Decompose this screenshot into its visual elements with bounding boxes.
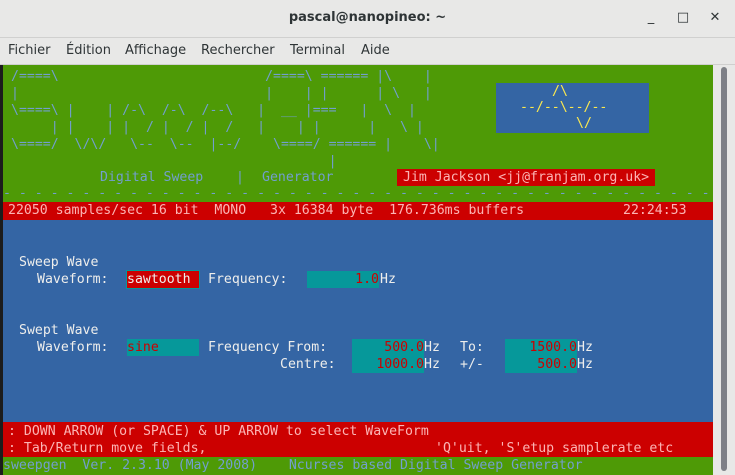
status-clock: 22:24:53 [623,203,687,218]
logo-line: \====\ | | /-\ /-\ /--\ | __ |=== | \ | [11,103,416,118]
sweep-waveform-label: Waveform: [37,272,109,287]
swept-waveform-field[interactable]: sine [127,339,199,356]
swept-plusminus-field[interactable]: 500.0 [505,356,577,373]
menu-bar: Fichier Édition Affichage Rechercher Ter… [0,38,735,65]
menu-affichage[interactable]: Affichage [125,43,186,58]
swept-plusminus-unit: Hz [577,357,593,372]
logo-line: | | | | / | / | / | | | | \ | [11,120,424,135]
banner-separator: - - - - - - - - - - - - - - - - - - - - … [3,186,735,201]
menu-terminal[interactable]: Terminal [290,43,345,58]
subtitle-separator: | [236,170,244,185]
help-line-2-keys: 'Q'uit, 'S'etup samplerate etc [435,441,674,456]
minimize-button[interactable]: _ [642,9,660,27]
swept-from-label: Frequency From: [208,340,328,355]
swept-from-unit: Hz [424,340,440,355]
menu-fichier[interactable]: Fichier [8,43,51,58]
terminal-scrollbar[interactable] [713,65,735,475]
sweep-frequency-field[interactable]: 1.0 [307,271,379,288]
status-info: 22050 samples/sec 16 bit MONO 3x 16384 b… [8,203,525,218]
wave-line: /\ [552,84,568,99]
author-credit: Jim Jackson <jj@franjam.org.uk> [397,169,656,186]
swept-centre-field[interactable]: 1000.0 [352,356,424,373]
subtitle-generator: Generator [262,170,334,185]
sweep-heading: Sweep Wave [19,255,99,270]
sweep-frequency-unit: Hz [380,272,396,287]
swept-heading: Swept Wave [19,323,99,338]
swept-plusminus-label: +/- [460,357,484,372]
sweepgen-screen: /====\ /====\ ====== |\ | | | | | | \ | … [3,65,735,475]
window-title: pascal@nanopineo: ~ [288,10,447,25]
help-line-2: : Tab/Return move fields, [8,441,207,456]
subtitle-digital-sweep: Digital Sweep [100,170,204,185]
window-titlebar: pascal@nanopineo: ~ _ □ ✕ [0,0,735,38]
swept-to-label: To: [460,340,484,355]
swept-from-field[interactable]: 500.0 [352,339,424,356]
swept-to-unit: Hz [577,340,593,355]
swept-waveform-label: Waveform: [37,340,109,355]
status-bar: 22050 samples/sec 16 bit MONO 3x 16384 b… [3,202,713,220]
menu-rechercher[interactable]: Rechercher [201,43,275,58]
menu-aide[interactable]: Aide [361,43,390,58]
swept-centre-unit: Hz [424,357,440,372]
maximize-button[interactable]: □ [674,9,692,27]
swept-to-field[interactable]: 1500.0 [505,339,577,356]
logo-line: | | | | | \ | [11,86,432,101]
footer-bar: sweepgen Ver. 2.3.10 (May 2008) Ncurses … [3,457,713,475]
banner: /====\ /====\ ====== |\ | | | | | | \ | … [3,65,735,202]
sweep-logo: /\ --/--\--/-- \/ [496,83,649,133]
close-button[interactable]: ✕ [706,9,724,27]
logo-line: | [11,154,337,169]
sweep-waveform-field[interactable]: sawtooth [126,270,200,289]
swept-centre-label: Centre: [280,357,336,372]
wave-line: \/ [576,116,592,131]
menu-edition[interactable]: Édition [66,43,111,58]
sweep-frequency-label: Frequency: [208,272,288,287]
terminal-view[interactable]: /====\ /====\ ====== |\ | | | | | | \ | … [0,65,735,475]
logo-line: /====\ /====\ ====== |\ | [11,69,432,84]
wave-line: --/--\--/-- [520,100,608,115]
footer-text: sweepgen Ver. 2.3.10 (May 2008) Ncurses … [3,458,583,473]
scrollbar-thumb[interactable] [721,67,727,471]
logo-line: \====/ \/\/ \-- \-- |--/ \====/ ====== |… [11,137,440,152]
help-bar: : DOWN ARROW (or SPACE) & UP ARROW to se… [3,422,713,457]
help-line-1: : DOWN ARROW (or SPACE) & UP ARROW to se… [8,424,429,439]
